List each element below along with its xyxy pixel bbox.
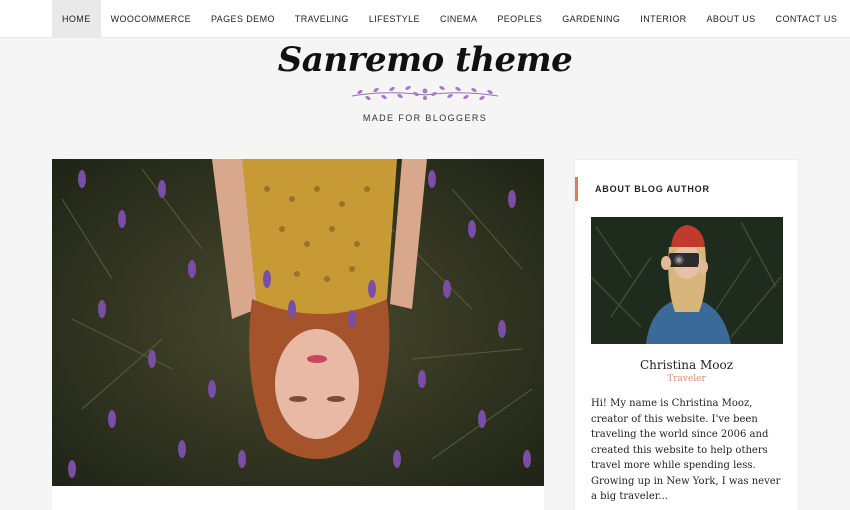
nav-item-cinema[interactable]: CINEMA [430, 0, 487, 38]
lavender-sprig-icon [351, 85, 499, 101]
nav-item-home[interactable]: HOME [52, 0, 101, 38]
featured-post-image[interactable] [52, 159, 544, 486]
nav-item-lifestyle[interactable]: LIFESTYLE [359, 0, 430, 38]
widget-title: ABOUT BLOG AUTHOR [575, 177, 710, 201]
hero-photo [52, 159, 544, 486]
author-bio: Hi! My name is Christina Mooz, creator o… [591, 398, 781, 502]
nav-item-pages-demo[interactable]: PAGES DEMO [201, 0, 285, 38]
nav-item-about-us[interactable]: ABOUT US [697, 0, 766, 38]
site-tagline: MADE FOR BLOGGERS [362, 113, 488, 123]
author-photo-image [591, 217, 783, 344]
top-navigation: HOME WOOCOMMERCE PAGES DEMO TRAVELING LI… [0, 0, 850, 38]
author-photo[interactable] [591, 217, 783, 344]
post-card-body [52, 486, 544, 510]
nav-item-contact-us[interactable]: CONTACT US [766, 0, 848, 38]
nav-item-traveling[interactable]: TRAVELING [285, 0, 359, 38]
author-name[interactable]: Christina Mooz [575, 358, 798, 372]
nav-item-peoples[interactable]: PEOPLES [487, 0, 552, 38]
site-logo[interactable]: Sanremo theme [0, 40, 850, 80]
nav-item-interior[interactable]: INTERIOR [630, 0, 696, 38]
nav-item-woocommerce[interactable]: WOOCOMMERCE [101, 0, 201, 38]
sidebar-widget-about-author: ABOUT BLOG AUTHOR Christina Mooz Travele… [574, 159, 799, 510]
nav-item-gardening[interactable]: GARDENING [552, 0, 630, 38]
author-role: Traveler [667, 374, 706, 384]
nav-menu: HOME WOOCOMMERCE PAGES DEMO TRAVELING LI… [52, 0, 847, 38]
